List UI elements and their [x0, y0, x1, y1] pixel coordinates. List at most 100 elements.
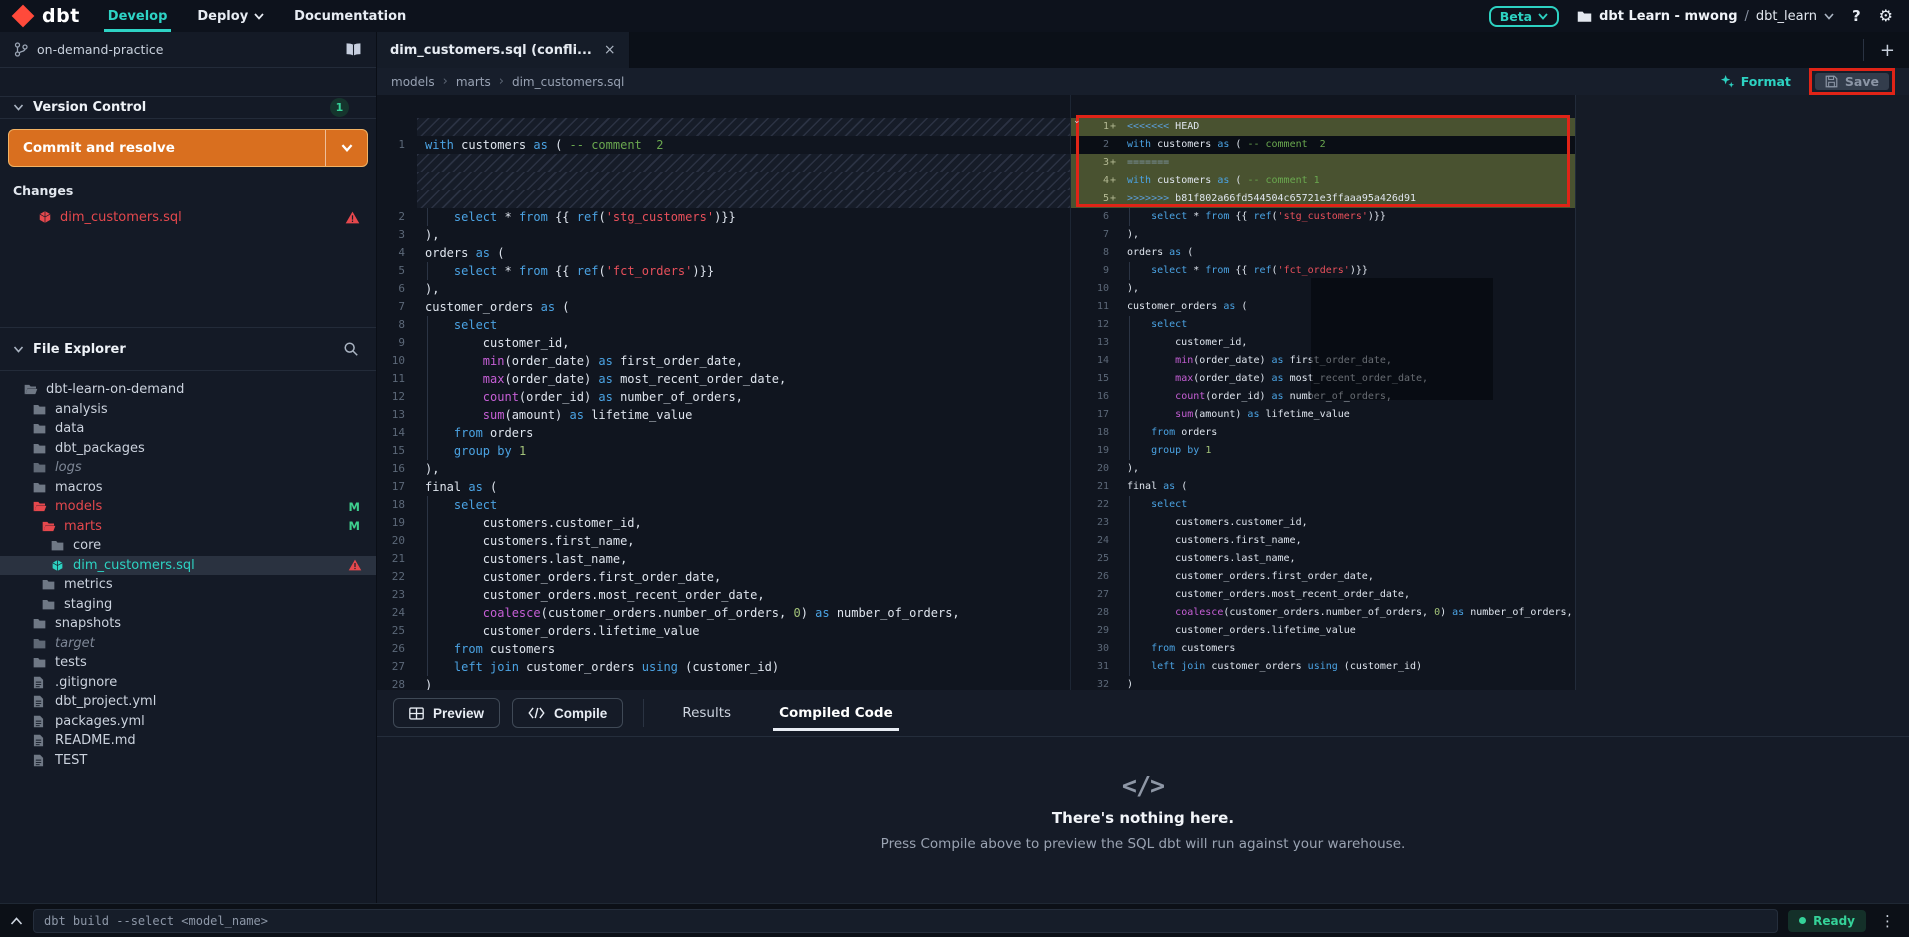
tab-dim-customers[interactable]: dim_customers.sql (confli... ×: [377, 32, 630, 68]
code-line[interactable]: 5+>>>>>>> b81f802a66fd544504c65721e3ffaa…: [1071, 190, 1575, 208]
save-button[interactable]: Save: [1815, 73, 1889, 90]
code-line[interactable]: 25 customer_orders.lifetime_value: [377, 622, 1070, 640]
gear-icon[interactable]: ⚙: [1879, 8, 1893, 24]
tree-item-analysis[interactable]: analysis: [0, 400, 376, 420]
code-line[interactable]: 2 select * from {{ ref('stg_customers')}…: [377, 208, 1070, 226]
commit-options-caret[interactable]: [325, 130, 367, 166]
editor-pane-local[interactable]: 1with customers as ( -- comment 2 2 selec…: [377, 95, 1070, 690]
tree-item-dbt-project-yml[interactable]: dbt_project.yml: [0, 692, 376, 712]
code-line[interactable]: 6 select * from {{ ref('stg_customers')}…: [1071, 208, 1575, 226]
tree-item-dbt-packages[interactable]: dbt_packages: [0, 439, 376, 459]
code-line[interactable]: 22 select: [1071, 496, 1575, 514]
code-line[interactable]: 16 count(order_id) as number_of_orders,: [1071, 388, 1575, 406]
code-line[interactable]: 23 customers.customer_id,: [1071, 514, 1575, 532]
version-control-header[interactable]: Version Control 1: [0, 96, 376, 119]
nav-item-documentation[interactable]: Documentation: [294, 0, 406, 32]
editor-pane-incoming-diff[interactable]: ⌄ 1+<<<<<<< HEAD2with customers as ( -- …: [1070, 95, 1575, 690]
code-line[interactable]: 13 customer_id,: [1071, 334, 1575, 352]
code-line[interactable]: 15 group by 1: [377, 442, 1070, 460]
compile-button[interactable]: Compile: [512, 698, 623, 728]
code-line[interactable]: [377, 118, 1070, 136]
code-line[interactable]: 18 from orders: [1071, 424, 1575, 442]
fold-marker-icon[interactable]: ⌄: [1073, 116, 1081, 126]
code-line[interactable]: 30 from customers: [1071, 640, 1575, 658]
code-line[interactable]: 20),: [1071, 460, 1575, 478]
code-line[interactable]: 10 min(order_date) as first_order_date,: [377, 352, 1070, 370]
beta-toggle[interactable]: Beta: [1489, 6, 1559, 27]
changed-file-row[interactable]: dim_customers.sql: [0, 207, 376, 227]
code-line[interactable]: 4orders as (: [377, 244, 1070, 262]
code-line[interactable]: 28 coalesce(customer_orders.number_of_or…: [1071, 604, 1575, 622]
search-icon[interactable]: [343, 341, 359, 357]
code-line[interactable]: 3+=======: [1071, 154, 1575, 172]
nav-item-deploy[interactable]: Deploy: [197, 0, 264, 32]
tree-item-target[interactable]: target: [0, 634, 376, 654]
code-line[interactable]: 24 coalesce(customer_orders.number_of_or…: [377, 604, 1070, 622]
code-line[interactable]: 8orders as (: [1071, 244, 1575, 262]
command-input[interactable]: [33, 909, 1778, 933]
code-line[interactable]: 29 customer_orders.lifetime_value: [1071, 622, 1575, 640]
code-line[interactable]: 17final as (: [377, 478, 1070, 496]
tree-item-marts[interactable]: martsM: [0, 517, 376, 537]
status-badge[interactable]: Ready: [1788, 910, 1866, 932]
code-line[interactable]: 27 customer_orders.most_recent_order_dat…: [1071, 586, 1575, 604]
code-line[interactable]: 28): [377, 676, 1070, 690]
code-line[interactable]: 26 from customers: [377, 640, 1070, 658]
code-line[interactable]: 13 sum(amount) as lifetime_value: [377, 406, 1070, 424]
breadcrumb-item[interactable]: marts: [456, 75, 491, 89]
tree-item-models[interactable]: modelsM: [0, 497, 376, 517]
nav-item-develop[interactable]: Develop: [108, 0, 168, 32]
code-line[interactable]: 15 max(order_date) as most_recent_order_…: [1071, 370, 1575, 388]
breadcrumb-item[interactable]: dim_customers.sql: [512, 75, 624, 89]
tree-item-macros[interactable]: macros: [0, 478, 376, 498]
tree-item-snapshots[interactable]: snapshots: [0, 614, 376, 634]
tree-item-staging[interactable]: staging: [0, 595, 376, 615]
code-line[interactable]: [377, 154, 1070, 172]
code-line[interactable]: 3),: [377, 226, 1070, 244]
code-line[interactable]: 19 group by 1: [1071, 442, 1575, 460]
breadcrumb-item[interactable]: models: [391, 75, 435, 89]
code-line[interactable]: 20 customers.first_name,: [377, 532, 1070, 550]
code-line[interactable]: 14 min(order_date) as first_order_date,: [1071, 352, 1575, 370]
commit-and-resolve-button[interactable]: Commit and resolve: [8, 129, 368, 167]
tree-item-logs[interactable]: logs: [0, 458, 376, 478]
code-line[interactable]: 11 max(order_date) as most_recent_order_…: [377, 370, 1070, 388]
tree-item-core[interactable]: core: [0, 536, 376, 556]
code-line[interactable]: 7),: [1071, 226, 1575, 244]
close-icon[interactable]: ×: [604, 42, 616, 58]
code-line[interactable]: 22 customer_orders.first_order_date,: [377, 568, 1070, 586]
code-line[interactable]: 27 left join customer_orders using (cust…: [377, 658, 1070, 676]
code-line[interactable]: 21final as (: [1071, 478, 1575, 496]
code-line[interactable]: 19 customers.customer_id,: [377, 514, 1070, 532]
code-line[interactable]: 7customer_orders as (: [377, 298, 1070, 316]
tree-item--gitignore[interactable]: .gitignore: [0, 673, 376, 693]
code-line[interactable]: 2with customers as ( -- comment 2: [1071, 136, 1575, 154]
code-line[interactable]: [377, 190, 1070, 208]
code-line[interactable]: [377, 172, 1070, 190]
tree-item-test[interactable]: TEST: [0, 751, 376, 771]
new-tab-button[interactable]: +: [1863, 39, 1909, 61]
project-selector[interactable]: dbt Learn - mwong / dbt_learn: [1577, 9, 1834, 24]
tree-item-dim-customers-sql[interactable]: dim_customers.sql: [0, 556, 376, 576]
code-line[interactable]: 1+<<<<<<< HEAD: [1071, 118, 1575, 136]
branch-bar[interactable]: on-demand-practice: [0, 32, 376, 68]
code-line[interactable]: 16),: [377, 460, 1070, 478]
code-line[interactable]: 1with customers as ( -- comment 2: [377, 136, 1070, 154]
tab-compiled-code[interactable]: Compiled Code: [779, 690, 893, 737]
help-icon[interactable]: ?: [1852, 7, 1861, 25]
tree-item-tests[interactable]: tests: [0, 653, 376, 673]
tree-item-metrics[interactable]: metrics: [0, 575, 376, 595]
code-line[interactable]: 6),: [377, 280, 1070, 298]
docs-book-icon[interactable]: [345, 42, 362, 57]
code-line[interactable]: 18 select: [377, 496, 1070, 514]
tree-item-packages-yml[interactable]: packages.yml: [0, 712, 376, 732]
tree-item-dbt-learn-on-demand[interactable]: dbt-learn-on-demand: [0, 380, 376, 400]
chevron-up-icon[interactable]: [10, 917, 23, 925]
code-line[interactable]: 9 customer_id,: [377, 334, 1070, 352]
code-line[interactable]: 9 select * from {{ ref('fct_orders')}}: [1071, 262, 1575, 280]
code-line[interactable]: 8 select: [377, 316, 1070, 334]
file-explorer-header[interactable]: File Explorer: [0, 327, 376, 371]
code-line[interactable]: 14 from orders: [377, 424, 1070, 442]
code-line[interactable]: 4+with customers as ( -- comment 1: [1071, 172, 1575, 190]
code-line[interactable]: 32): [1071, 676, 1575, 690]
